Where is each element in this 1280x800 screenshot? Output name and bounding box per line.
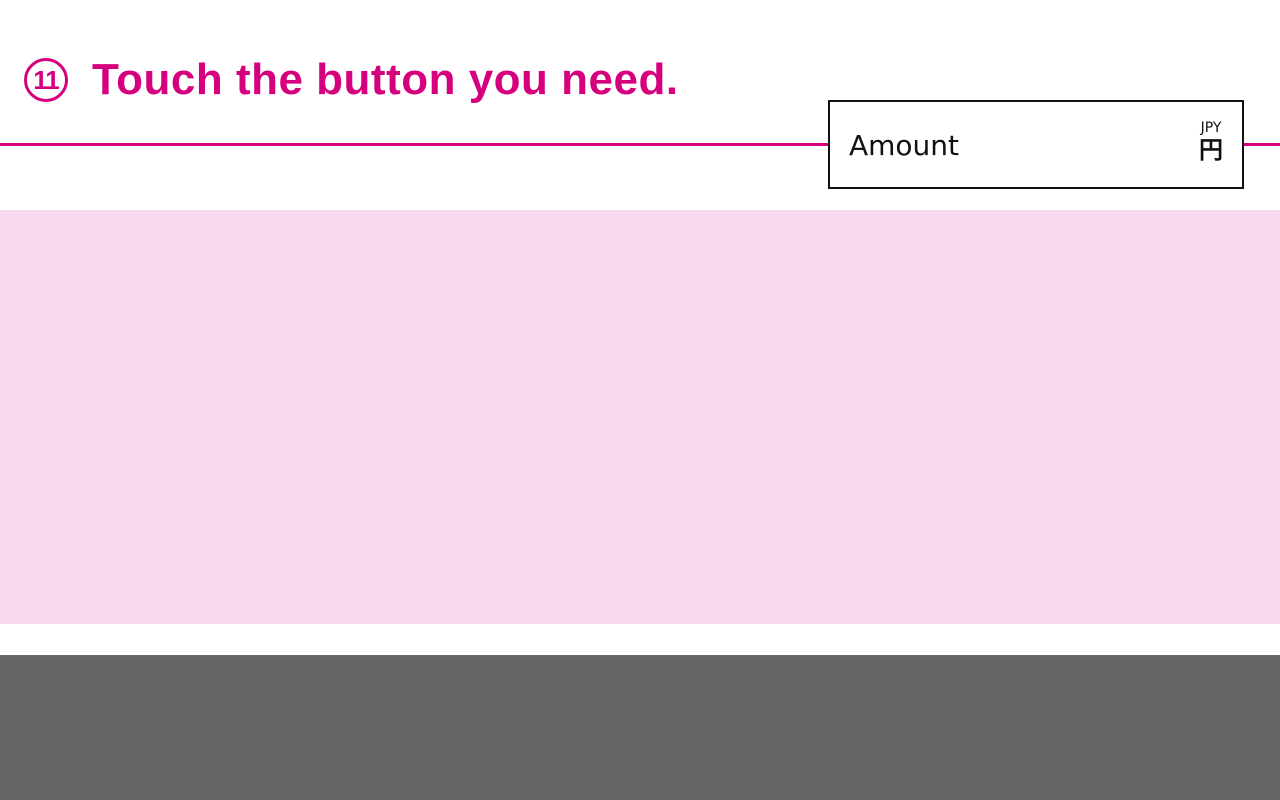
footer-bar: [0, 655, 1280, 800]
yen-symbol-icon: 円: [1199, 136, 1223, 164]
amount-display: Amount JPY 円: [828, 100, 1244, 189]
header: 11 Touch the button you need. Amount JPY…: [0, 0, 1280, 210]
step-number-badge: 11: [24, 58, 68, 102]
button-panel: [0, 210, 1280, 624]
currency-code: JPY: [1200, 120, 1222, 136]
step-title: 11 Touch the button you need.: [24, 50, 679, 110]
currency-indicator: JPY 円: [1196, 120, 1226, 164]
instruction-text: Touch the button you need.: [92, 55, 679, 104]
amount-label: Amount: [849, 129, 960, 162]
